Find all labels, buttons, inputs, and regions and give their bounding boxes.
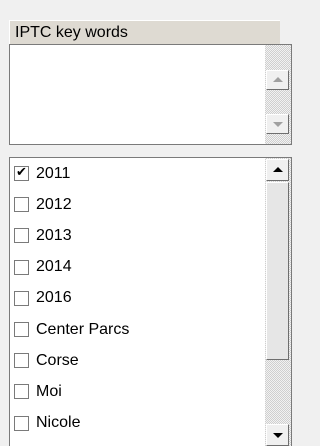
keyword-list-item[interactable]: Nicole: [10, 408, 264, 439]
scroll-up-arrow-icon: [272, 77, 283, 82]
keyword-list-item[interactable]: Moi: [10, 376, 264, 407]
keyword-scrollbar[interactable]: [265, 158, 291, 446]
keyword-label: Moi: [36, 382, 62, 400]
keyword-label: 2012: [36, 195, 72, 213]
iptc-keywords-header-label: IPTC key words: [15, 24, 128, 41]
iptc-keywords-textarea[interactable]: [10, 45, 264, 144]
keywords-panel: IPTC key words ✔ 2011 2012 2013 2014 2016 Cent…: [0, 0, 296, 446]
iptc-scroll-down-button[interactable]: [266, 114, 289, 134]
keyword-scroll-thumb[interactable]: [266, 182, 289, 360]
iptc-keywords-header: IPTC key words: [9, 20, 280, 44]
keyword-label: Center Parcs: [36, 320, 130, 338]
keyword-checkbox[interactable]: ✔: [14, 165, 29, 181]
keyword-checkbox[interactable]: [14, 353, 29, 369]
keyword-label: 2014: [36, 258, 72, 276]
keyword-list-item[interactable]: ✔ 2011: [10, 158, 264, 189]
keyword-checkbox[interactable]: [14, 322, 29, 337]
keyword-checkbox[interactable]: [14, 290, 29, 306]
keyword-label: Nicole: [36, 414, 81, 432]
keyword-scroll-up-button[interactable]: [266, 159, 289, 181]
keyword-list-item[interactable]: 2016: [10, 283, 264, 314]
keyword-checkbox[interactable]: [14, 415, 29, 431]
scroll-down-arrow-icon: [272, 433, 283, 438]
keyword-scroll-down-button[interactable]: [266, 424, 289, 446]
keyword-list-item[interactable]: Center Parcs: [10, 314, 264, 345]
keyword-list-item[interactable]: Corse: [10, 345, 264, 376]
checkmark-icon: ✔: [16, 165, 27, 180]
scroll-up-arrow-icon: [272, 167, 283, 172]
keyword-list-item[interactable]: 2012: [10, 189, 264, 220]
keyword-items: ✔ 2011 2012 2013 2014 2016 Center Parcs Corse Mo…: [10, 158, 264, 446]
keyword-checklist: ✔ 2011 2012 2013 2014 2016 Center Parcs Corse Mo…: [9, 157, 292, 446]
keyword-checkbox[interactable]: [14, 259, 29, 275]
keyword-checkbox[interactable]: [14, 197, 29, 213]
keyword-checkbox[interactable]: [14, 384, 29, 400]
keyword-label: Corse: [36, 351, 79, 369]
iptc-scrollbar[interactable]: [265, 45, 291, 144]
keyword-label: 2013: [36, 226, 72, 244]
iptc-scroll-up-button[interactable]: [266, 70, 289, 90]
keyword-checkbox[interactable]: [14, 228, 29, 244]
scroll-down-arrow-icon: [272, 122, 283, 127]
iptc-keywords-box: [9, 44, 292, 145]
keyword-list-item[interactable]: 2013: [10, 220, 264, 251]
keyword-list-item[interactable]: 2014: [10, 252, 264, 283]
keyword-label: 2016: [36, 289, 72, 307]
keyword-label: 2011: [36, 164, 71, 182]
